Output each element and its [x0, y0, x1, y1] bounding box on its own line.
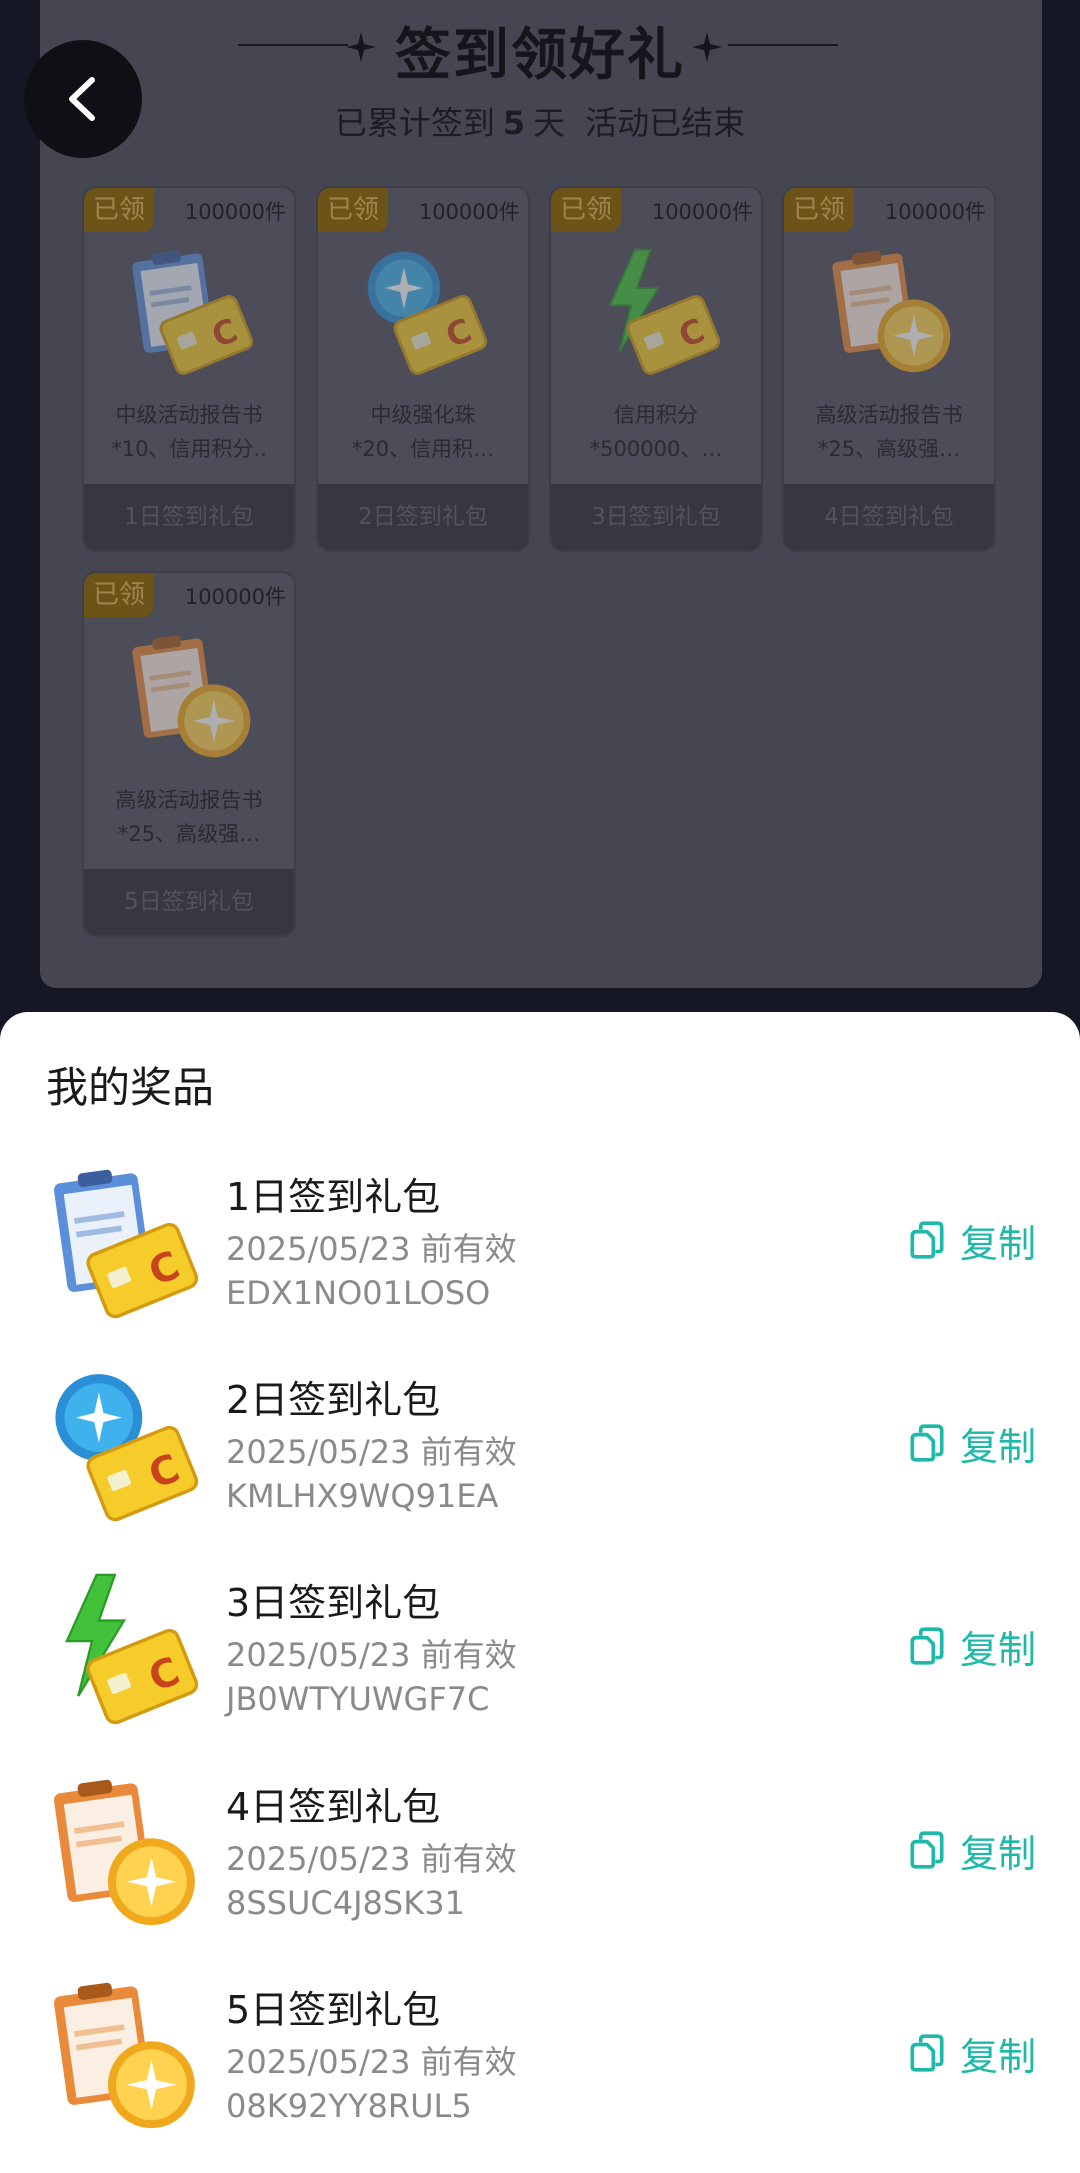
gift-card[interactable]: 已领 100000件高级活动报告书 *25、高级强… 4日签到礼包	[782, 186, 996, 552]
copy-button[interactable]: 复制	[906, 1822, 1036, 1878]
gift-description: 中级强化珠 *20、信用积…	[351, 403, 495, 461]
copy-icon	[906, 2032, 948, 2074]
sign-in-days: 5	[502, 104, 526, 142]
title-row: 签到领好礼	[0, 10, 1080, 91]
prize-item: 3日签到礼包 2025/05/23 前有效 JB0WTYUWGF7C 复制	[0, 1568, 1080, 1748]
gift-description: 信用积分 *500000、…	[589, 403, 723, 461]
lightning-with-card-icon	[591, 244, 725, 378]
gift-quantity: 100000件	[184, 200, 286, 224]
copy-label: 复制	[959, 1424, 1036, 1469]
orange-report-with-gold-orb-icon	[44, 1975, 204, 2135]
gift-quantity: 100000件	[418, 200, 520, 224]
gift-description: 中级活动报告书 *10、信用积分..	[111, 403, 267, 461]
sheet-title: 我的奖品	[46, 1063, 215, 1112]
gift-quantity: 100000件	[651, 200, 753, 224]
copy-icon	[906, 1625, 948, 1667]
gift-card[interactable]: 已领 100000件中级强化珠 *20、信用积… 2日签到礼包	[316, 186, 530, 552]
copy-icon	[906, 1219, 948, 1261]
prize-validity: 2025/05/23 前有效	[226, 1230, 517, 1268]
gift-day-label: 1日签到礼包	[84, 484, 294, 550]
blue-orb-with-card-icon	[44, 1365, 204, 1525]
gift-day-label: 5日签到礼包	[84, 869, 294, 935]
title-line-right	[728, 44, 838, 46]
prize-name: 1日签到礼包	[226, 1175, 441, 1219]
copy-label: 复制	[959, 1627, 1036, 1672]
gift-day-label: 2日签到礼包	[318, 484, 528, 550]
claimed-badge: 已领	[318, 188, 388, 232]
prize-item: 5日签到礼包 2025/05/23 前有效 08K92YY8RUL5 复制	[0, 1975, 1080, 2155]
prize-validity: 2025/05/23 前有效	[226, 2043, 517, 2081]
prize-name: 5日签到礼包	[226, 1988, 441, 2032]
prize-code: 08K92YY8RUL5	[226, 2087, 472, 2125]
orange-report-with-gold-orb-icon	[824, 244, 958, 378]
copy-icon	[906, 1829, 948, 1871]
sparkle-icon	[692, 32, 722, 62]
prize-code: 8SSUC4J8SK31	[226, 1884, 465, 1922]
gift-quantity: 100000件	[884, 200, 986, 224]
gift-description: 高级活动报告书 *25、高级强…	[115, 788, 263, 846]
gift-card[interactable]: 已领 100000件高级活动报告书 *25、高级强… 5日签到礼包	[82, 571, 296, 937]
prize-validity: 2025/05/23 前有效	[226, 1840, 517, 1878]
gift-day-label: 4日签到礼包	[784, 484, 994, 550]
summary-unit: 天	[533, 104, 566, 142]
prize-item: 1日签到礼包 2025/05/23 前有效 EDX1NO01LOSO 复制	[0, 1162, 1080, 1342]
claimed-badge: 已领	[84, 573, 154, 617]
my-prizes-sheet: 我的奖品 1日签到礼包 2025/05/23 前有效 EDX1NO01LOSO 复制 2…	[0, 1012, 1080, 2173]
gift-card[interactable]: 已领 100000件信用积分 *500000、… 3日签到礼包	[549, 186, 763, 552]
claimed-badge: 已领	[784, 188, 854, 232]
summary-prefix: 已累计签到	[334, 104, 495, 142]
copy-label: 复制	[959, 1221, 1036, 1266]
orange-report-with-gold-orb-icon	[124, 629, 258, 763]
report-clipboard-with-card-icon	[44, 1162, 204, 1322]
sparkle-icon	[346, 32, 376, 62]
prize-code: JB0WTYUWGF7C	[226, 1680, 490, 1718]
copy-button[interactable]: 复制	[906, 1415, 1036, 1471]
page-title: 签到领好礼	[395, 23, 685, 88]
prize-validity: 2025/05/23 前有效	[226, 1636, 517, 1674]
lightning-with-card-icon	[44, 1568, 204, 1728]
copy-label: 复制	[959, 2034, 1036, 2079]
gift-card[interactable]: 已领 100000件中级活动报告书 *10、信用积分.. 1日签到礼包	[82, 186, 296, 552]
copy-icon	[906, 1422, 948, 1464]
prize-validity: 2025/05/23 前有效	[226, 1433, 517, 1471]
prize-item: 2日签到礼包 2025/05/23 前有效 KMLHX9WQ91EA 复制	[0, 1365, 1080, 1545]
sign-in-summary: 已累计签到 5 天活动已结束	[0, 98, 1080, 144]
prize-name: 4日签到礼包	[226, 1785, 441, 1829]
prize-code: KMLHX9WQ91EA	[226, 1477, 499, 1515]
copy-label: 复制	[959, 1831, 1036, 1876]
copy-button[interactable]: 复制	[906, 2025, 1036, 2081]
title-line-left	[238, 44, 348, 46]
gift-quantity: 100000件	[184, 585, 286, 609]
gift-description: 高级活动报告书 *25、高级强…	[815, 403, 963, 461]
claimed-badge: 已领	[551, 188, 621, 232]
copy-button[interactable]: 复制	[906, 1212, 1036, 1268]
prize-name: 3日签到礼包	[226, 1581, 441, 1625]
prize-name: 2日签到礼包	[226, 1378, 441, 1422]
prize-item: 4日签到礼包 2025/05/23 前有效 8SSUC4J8SK31 复制	[0, 1772, 1080, 1952]
gift-day-label: 3日签到礼包	[551, 484, 761, 550]
chevron-left-icon	[69, 77, 95, 121]
copy-button[interactable]: 复制	[906, 1618, 1036, 1674]
claimed-badge: 已领	[84, 188, 154, 232]
back-button[interactable]	[24, 40, 142, 158]
report-clipboard-with-card-icon	[124, 244, 258, 378]
blue-orb-with-card-icon	[358, 244, 492, 378]
orange-report-with-gold-orb-icon	[44, 1772, 204, 1932]
prize-code: EDX1NO01LOSO	[226, 1274, 491, 1312]
activity-status: 活动已结束	[585, 104, 746, 142]
